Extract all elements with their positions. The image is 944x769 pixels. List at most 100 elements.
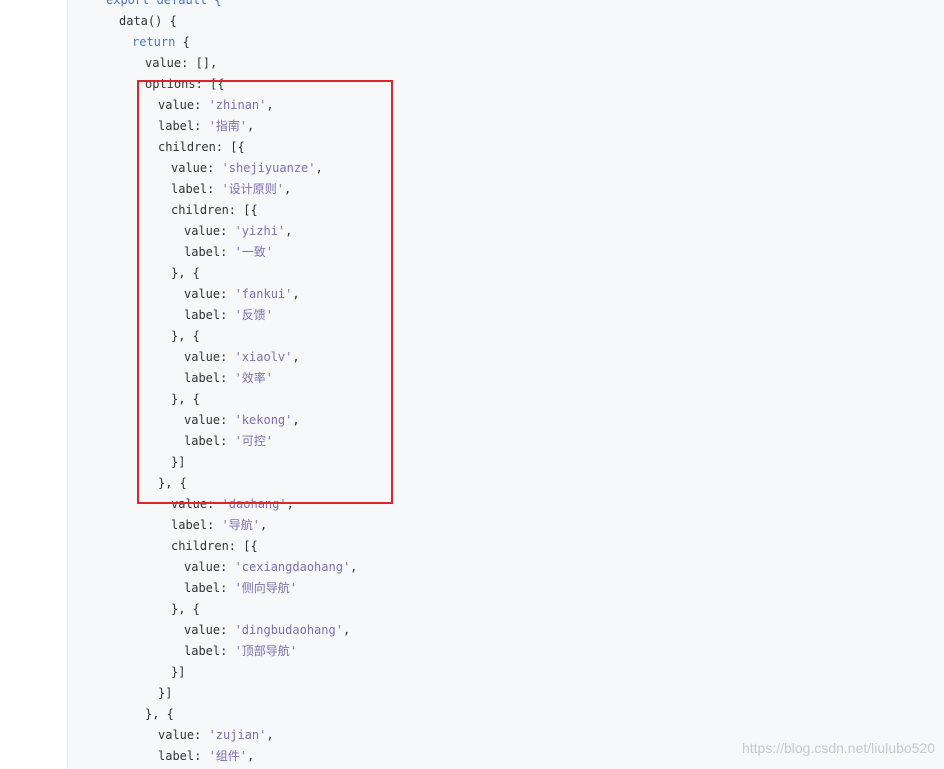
- code-line: label: '效率': [184, 368, 273, 389]
- string-token: 'kekong': [234, 413, 293, 427]
- code-line: label: '指南',: [158, 116, 254, 137]
- code-block: export default { data() { return { value: […: [67, 0, 944, 769]
- string-token: '指南': [208, 119, 248, 133]
- code-line: data() {: [119, 11, 177, 32]
- code-token: ,: [266, 728, 274, 742]
- code-line: }, {: [171, 326, 200, 347]
- string-token: 'shejiyuanze': [221, 161, 316, 175]
- code-line: }, {: [145, 704, 174, 725]
- code-token: ,: [292, 287, 300, 301]
- string-token: '顶部导航': [234, 644, 298, 658]
- code-token: label:: [184, 371, 235, 385]
- code-line: value: 'zhinan',: [158, 95, 274, 116]
- code-token: label:: [184, 644, 235, 658]
- code-token: ,: [342, 623, 351, 637]
- code-line: label: '顶部导航': [184, 641, 297, 662]
- string-token: '可控': [234, 434, 274, 448]
- code-line: value: 'xiaolv',: [184, 347, 300, 368]
- code-line: value: 'daohang',: [171, 494, 294, 515]
- keyword-token: return: [132, 35, 176, 49]
- string-token: '导航': [221, 518, 261, 532]
- code-token: value:: [171, 497, 222, 511]
- string-token: '反馈': [234, 308, 274, 322]
- code-line: }]: [158, 683, 172, 704]
- string-token: '设计原则': [221, 182, 285, 196]
- code-line: value: 'zujian',: [158, 725, 274, 746]
- string-token: '侧向导航': [234, 581, 298, 595]
- code-token: ,: [350, 560, 358, 574]
- code-token: value:: [158, 728, 209, 742]
- page: export default { data() { return { value: […: [0, 0, 944, 769]
- code-line: label: '设计原则',: [171, 179, 291, 200]
- code-line: }, {: [171, 599, 200, 620]
- string-token: 'fankui': [234, 287, 293, 301]
- code-line: value: 'dingbudaohang',: [184, 620, 350, 641]
- code-line: label: '侧向导航': [184, 578, 297, 599]
- code-line: return {: [132, 32, 190, 53]
- code-token: value:: [171, 161, 222, 175]
- code-token: data() {: [119, 14, 177, 28]
- code-token: {: [175, 35, 190, 49]
- code-token: ,: [285, 224, 293, 238]
- code-token: ,: [260, 518, 268, 532]
- string-token: 'cexiangdaohang': [234, 560, 351, 574]
- code-token: }, {: [158, 476, 187, 490]
- string-token: 'xiaolv': [234, 350, 293, 364]
- code-token: value:: [184, 224, 235, 238]
- code-line: label: '一致': [184, 242, 273, 263]
- code-token: label:: [171, 182, 222, 196]
- code-token: }, {: [145, 707, 174, 721]
- string-token: 'dingbudaohang': [234, 623, 343, 637]
- code-line: children: [{: [171, 536, 258, 557]
- code-token: label:: [184, 581, 235, 595]
- code-line: value: 'kekong',: [184, 410, 300, 431]
- code-token: value:: [184, 560, 235, 574]
- code-line: value: 'fankui',: [184, 284, 300, 305]
- code-token: children: [{: [171, 203, 258, 217]
- code-token: value:: [184, 350, 235, 364]
- code-token: children: [{: [158, 140, 245, 154]
- code-token: }]: [171, 455, 186, 469]
- code-line: label: '导航',: [171, 515, 267, 536]
- code-line: value: 'yizhi',: [184, 221, 292, 242]
- code-token: label:: [158, 749, 209, 763]
- code-token: ,: [247, 749, 255, 763]
- code-line: export default {: [106, 0, 222, 11]
- code-token: label:: [158, 119, 209, 133]
- keyword-token: export default {: [106, 0, 222, 7]
- code-line: children: [{: [171, 200, 258, 221]
- code-token: value: [],: [145, 56, 218, 70]
- string-token: '组件': [208, 749, 248, 763]
- code-token: label:: [171, 518, 222, 532]
- code-token: value:: [158, 98, 209, 112]
- code-token: ,: [292, 350, 300, 364]
- code-line: }, {: [171, 389, 200, 410]
- code-token: ,: [286, 497, 294, 511]
- code-token: }, {: [171, 329, 200, 343]
- code-line: label: '可控': [184, 431, 273, 452]
- code-token: ,: [315, 161, 323, 175]
- code-token: label:: [184, 308, 235, 322]
- code-line: value: 'cexiangdaohang',: [184, 557, 357, 578]
- string-token: 'daohang': [221, 497, 287, 511]
- code-token: label:: [184, 434, 235, 448]
- string-token: '效率': [234, 371, 274, 385]
- code-line: label: '组件',: [158, 746, 254, 767]
- code-token: label:: [184, 245, 235, 259]
- code-token: children: [{: [171, 539, 258, 553]
- code-token: }]: [158, 686, 173, 700]
- code-line: label: '反馈': [184, 305, 273, 326]
- code-line: value: 'shejiyuanze',: [171, 158, 323, 179]
- code-token: }, {: [171, 392, 200, 406]
- code-token: value:: [184, 413, 235, 427]
- code-token: }, {: [171, 266, 200, 280]
- code-token: options: [{: [145, 77, 225, 91]
- code-token: ,: [266, 98, 274, 112]
- code-token: value:: [184, 623, 235, 637]
- code-line: }, {: [158, 473, 187, 494]
- code-line: }, {: [171, 263, 200, 284]
- code-token: }]: [171, 665, 186, 679]
- code-token: }, {: [171, 602, 200, 616]
- code-token: ,: [292, 413, 300, 427]
- code-line: children: [{: [158, 137, 245, 158]
